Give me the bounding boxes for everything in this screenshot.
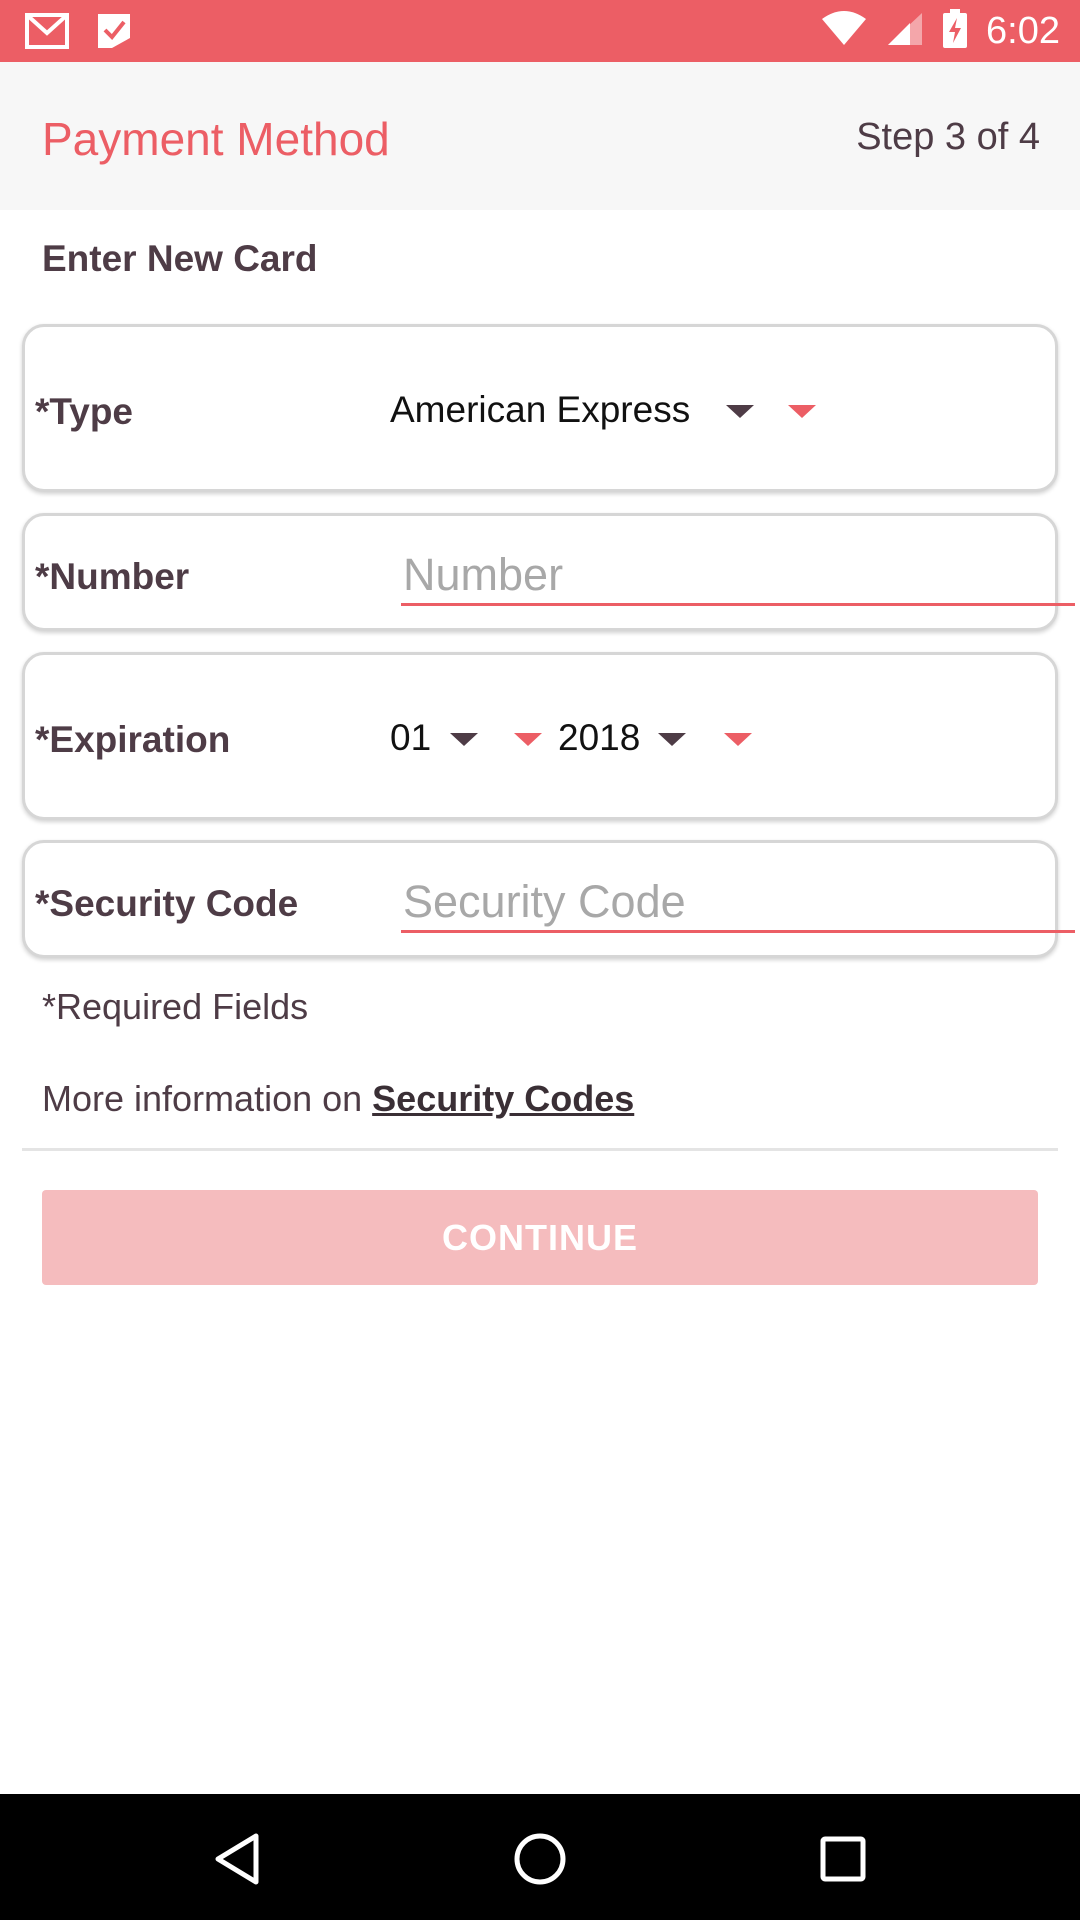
battery-charging-icon [942, 8, 968, 54]
security-code-input[interactable] [401, 873, 1075, 933]
expiration-month-dropdown[interactable]: 01 [390, 705, 550, 775]
chevron-down-icon [726, 405, 754, 418]
expiration-label: *Expiration [35, 719, 231, 760]
more-info-prefix: More information on [42, 1078, 373, 1119]
card-type-value: American Express [390, 389, 691, 430]
wifi-icon [820, 10, 868, 52]
security-code-row: *Security Code [22, 840, 1075, 958]
expiration-month-value: 01 [390, 717, 432, 758]
checklist-icon [96, 12, 132, 55]
card-number-input[interactable] [401, 546, 1075, 606]
security-codes-link[interactable]: Security Codes [372, 1078, 634, 1119]
clock: 6:02 [986, 9, 1060, 52]
home-icon[interactable] [505, 1824, 575, 1894]
back-icon[interactable] [202, 1824, 272, 1894]
card-type-dropdown[interactable]: American Express [390, 377, 840, 447]
step-indicator: Step 3 of 4 [856, 116, 1040, 158]
continue-button[interactable]: CONTINUE [42, 1190, 1038, 1285]
spinner-arrow-icon [514, 733, 542, 746]
signal-icon [886, 11, 924, 52]
security-code-label: *Security Code [35, 883, 299, 924]
type-label: *Type [35, 391, 134, 432]
more-info-text: More information on Security Codes [42, 1078, 634, 1120]
expiration-year-dropdown[interactable]: 2018 [558, 705, 778, 775]
system-icons: 6:02 [820, 0, 1060, 62]
spinner-arrow-icon [724, 733, 752, 746]
navigation-bar [0, 1794, 1080, 1920]
divider [22, 1148, 1058, 1151]
section-title: Enter New Card [42, 238, 318, 279]
app-header: Payment Method Step 3 of 4 [0, 62, 1080, 210]
page-title: Payment Method [42, 113, 390, 165]
spinner-arrow-icon [788, 405, 816, 418]
chevron-down-icon [658, 733, 686, 746]
expiration-year-value: 2018 [558, 717, 641, 758]
status-bar: 6:02 [0, 0, 1080, 62]
notification-icons [24, 12, 132, 55]
chevron-down-icon [450, 733, 478, 746]
recents-icon[interactable] [808, 1824, 878, 1894]
card-type-row: *Type American Express [22, 324, 1058, 492]
required-fields-note: *Required Fields [42, 986, 309, 1027]
number-label: *Number [35, 556, 190, 597]
expiration-row: *Expiration 01 2018 [22, 652, 1058, 820]
card-number-row: *Number [22, 513, 1075, 631]
gmail-icon [24, 12, 70, 55]
